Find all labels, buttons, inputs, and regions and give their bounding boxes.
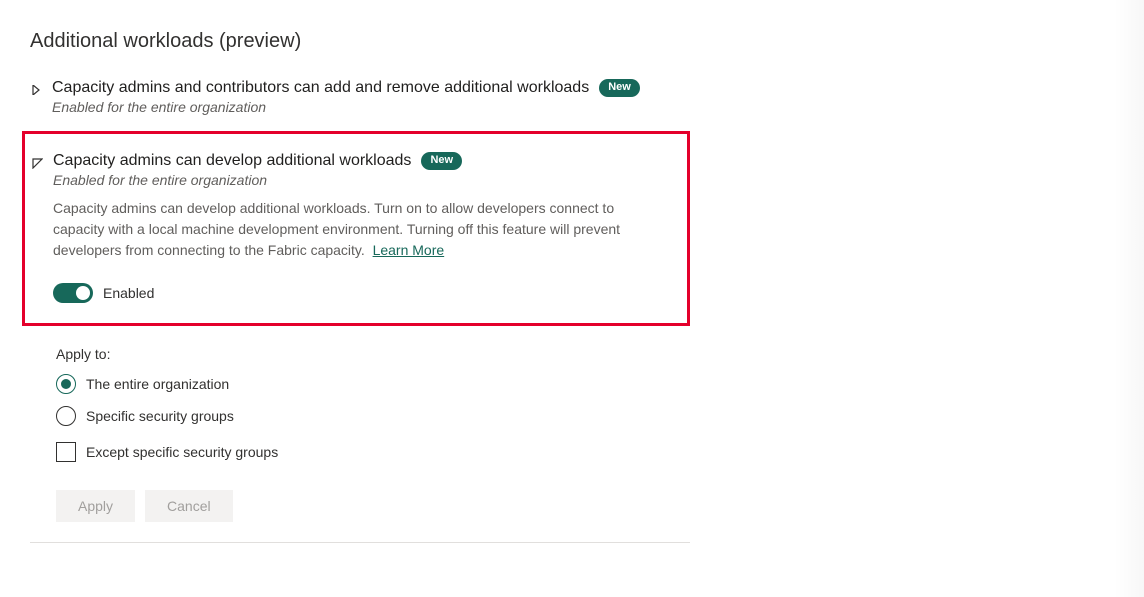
apply-to-section: Apply to: The entire organization Specif…	[56, 346, 690, 522]
radio-specific-groups[interactable]: Specific security groups	[56, 406, 690, 426]
button-row: Apply Cancel	[56, 490, 690, 522]
apply-button[interactable]: Apply	[56, 490, 135, 522]
setting-title-line: Capacity admins can develop additional w…	[53, 152, 665, 170]
toggle-row: Enabled	[53, 283, 665, 303]
enabled-toggle[interactable]	[53, 283, 93, 303]
setting-title-line: Capacity admins and contributors can add…	[52, 79, 690, 97]
highlighted-setting: Capacity admins can develop additional w…	[22, 131, 690, 326]
radio-label: The entire organization	[86, 376, 229, 392]
checkbox-label: Except specific security groups	[86, 444, 278, 460]
setting-capacity-add-remove: Capacity admins and contributors can add…	[30, 75, 690, 125]
radio-selected-icon	[56, 374, 76, 394]
section-title: Additional workloads (preview)	[30, 30, 690, 53]
toggle-knob	[76, 286, 90, 300]
setting-title[interactable]: Capacity admins can develop additional w…	[53, 152, 411, 170]
apply-to-label: Apply to:	[56, 346, 690, 362]
except-checkbox-row[interactable]: Except specific security groups	[56, 442, 690, 462]
new-badge: New	[599, 79, 640, 96]
right-edge-shadow	[1114, 0, 1144, 597]
setting-description: Capacity admins can develop additional w…	[53, 198, 665, 261]
setting-subtitle: Enabled for the entire organization	[52, 99, 690, 115]
radio-label: Specific security groups	[86, 408, 234, 424]
settings-section: Additional workloads (preview) Capacity …	[0, 0, 720, 543]
setting-subtitle: Enabled for the entire organization	[53, 172, 665, 188]
new-badge: New	[421, 152, 462, 169]
checkbox-unchecked-icon	[56, 442, 76, 462]
toggle-label: Enabled	[103, 285, 154, 301]
setting-content: Capacity admins can develop additional w…	[53, 152, 665, 303]
radio-entire-org[interactable]: The entire organization	[56, 374, 690, 394]
setting-capacity-develop: Capacity admins can develop additional w…	[31, 148, 665, 303]
cancel-button[interactable]: Cancel	[145, 490, 233, 522]
setting-title[interactable]: Capacity admins and contributors can add…	[52, 79, 589, 97]
setting-content: Capacity admins and contributors can add…	[52, 79, 690, 115]
expand-expanded-icon[interactable]	[31, 157, 43, 169]
expand-collapsed-icon[interactable]	[30, 84, 42, 96]
divider	[30, 542, 690, 543]
learn-more-link[interactable]: Learn More	[373, 242, 445, 258]
description-text: Capacity admins can develop additional w…	[53, 200, 620, 258]
radio-unselected-icon	[56, 406, 76, 426]
